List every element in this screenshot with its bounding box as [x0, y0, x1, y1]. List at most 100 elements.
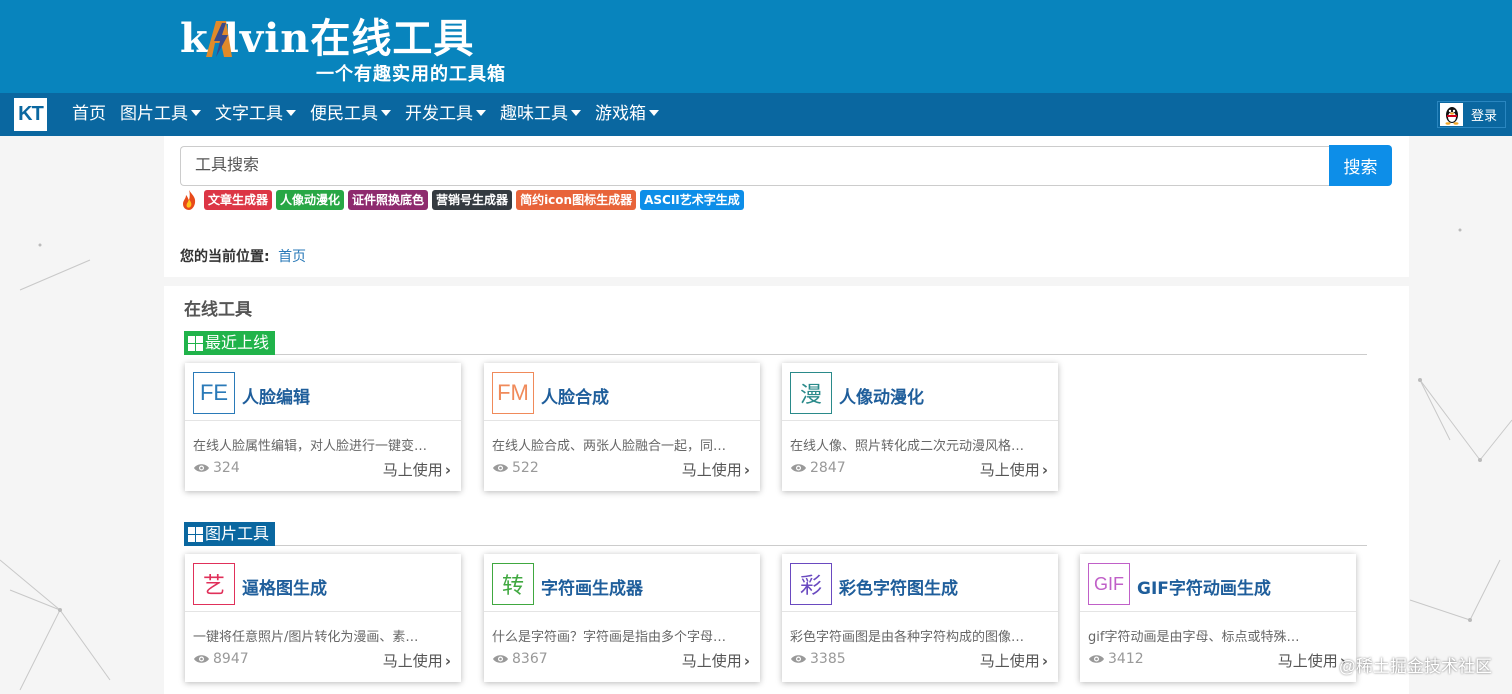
chevron-right-icon: ›	[1041, 652, 1048, 670]
fire-icon	[183, 190, 196, 210]
tool-title[interactable]: 字符画生成器	[541, 574, 643, 599]
use-now-link[interactable]: 马上使用 ›	[682, 650, 750, 671]
tool-icon-color: 彩	[790, 563, 832, 605]
tool-description: 在线人脸属性编辑，对人脸进行一键变…	[193, 439, 428, 454]
tool-card-ascii-art[interactable]: 转 字符画生成器 什么是字符画？字符画是指由多个字母… 8367 马上使用 ›	[484, 554, 760, 682]
site-logo[interactable]: k lvin在线工具	[180, 6, 474, 62]
eye-icon	[493, 464, 508, 472]
tool-views: 324	[193, 460, 240, 476]
chevron-right-icon: ›	[1041, 461, 1048, 479]
chevron-right-icon: ›	[743, 461, 750, 479]
use-now-link[interactable]: 马上使用 ›	[980, 650, 1048, 671]
section-recent: 最近上线	[184, 331, 1367, 355]
section-label-image-tools: 图片工具	[184, 522, 276, 546]
nav-logo[interactable]: KT	[14, 98, 47, 131]
nav-item-convenience-tools[interactable]: 便民工具	[310, 93, 391, 136]
use-now-link[interactable]: 马上使用 ›	[980, 459, 1048, 480]
qq-penguin-icon	[1440, 103, 1463, 126]
tool-description: 什么是字符画？字符画是指由多个字母…	[492, 630, 727, 645]
hot-tag-icon-generator[interactable]: 简约icon图标生成器	[516, 190, 637, 210]
section-label-recent: 最近上线	[184, 331, 276, 355]
watermark: @稀土掘金技术社区	[1338, 657, 1492, 676]
logo-text: k lvin在线工具	[180, 15, 475, 62]
eye-icon	[493, 655, 508, 663]
nav-item-text-tools[interactable]: 文字工具	[215, 93, 296, 136]
tool-title[interactable]: GIF字符动画生成	[1137, 574, 1271, 599]
tool-card-bige-image[interactable]: 艺 逼格图生成 一键将任意照片/图片转化为漫画、素… 8947 马上使用 ›	[185, 554, 461, 682]
tool-icon-fe: FE	[193, 372, 235, 414]
tool-description: 在线人像、照片转化成二次元动漫风格…	[790, 439, 1025, 454]
tool-card-face-edit[interactable]: FE 人脸编辑 在线人脸属性编辑，对人脸进行一键变… 324 马上使用 ›	[185, 363, 461, 491]
tool-icon-fm: FM	[492, 372, 534, 414]
hot-tag-marketing-generator[interactable]: 营销号生成器	[432, 190, 513, 210]
tool-description: 一键将任意照片/图片转化为漫画、素…	[193, 630, 419, 645]
tools-panel: 在线工具 最近上线 FE 人脸编辑 在线人脸属性编辑，对人脸进行一键变… 324…	[164, 286, 1409, 694]
nav-item-fun-tools[interactable]: 趣味工具	[500, 93, 581, 136]
chevron-right-icon: ›	[444, 652, 451, 670]
use-now-link[interactable]: 马上使用 ›	[383, 650, 451, 671]
caret-down-icon	[191, 110, 201, 116]
eye-icon	[791, 464, 806, 472]
tool-title[interactable]: 人像动漫化	[839, 383, 924, 408]
eye-icon	[791, 655, 806, 663]
tool-search-input[interactable]	[180, 146, 1330, 186]
nav-menu: 首页 图片工具 文字工具 便民工具 开发工具 趣味工具 游戏箱	[72, 93, 673, 136]
tool-views: 8947	[193, 651, 249, 667]
tool-icon-art: 艺	[193, 563, 235, 605]
chevron-right-icon: ›	[444, 461, 451, 479]
hot-tag-id-photo-bg[interactable]: 证件照换底色	[348, 190, 429, 210]
search-button[interactable]: 搜索	[1329, 145, 1392, 186]
caret-down-icon	[381, 110, 391, 116]
tool-card-face-merge[interactable]: FM 人脸合成 在线人脸合成、两张人脸融合一起，同… 522 马上使用 ›	[484, 363, 760, 491]
hot-tag-ascii-art[interactable]: ASCII艺术字生成	[640, 190, 744, 210]
grid-icon	[188, 335, 203, 351]
tool-views: 2847	[790, 460, 846, 476]
logo-bolt-icon	[206, 21, 232, 57]
tool-title[interactable]: 彩色字符图生成	[839, 574, 958, 599]
main-navbar: KT 首页 图片工具 文字工具 便民工具 开发工具 趣味工具 游戏箱 登录	[0, 93, 1512, 136]
breadcrumb: 您的当前位置: 首页	[180, 246, 306, 266]
use-now-link[interactable]: 马上使用 ›	[682, 459, 750, 480]
hot-tag-article-generator[interactable]: 文章生成器	[204, 190, 273, 210]
header-banner: k lvin在线工具 一个有趣实用的工具箱	[0, 0, 1512, 93]
grid-icon	[188, 526, 203, 542]
tool-description: gif字符动画是由字母、标点或特殊…	[1088, 630, 1300, 645]
breadcrumb-home-link[interactable]: 首页	[278, 249, 306, 265]
caret-down-icon	[649, 110, 659, 116]
tool-views: 8367	[492, 651, 548, 667]
nav-item-dev-tools[interactable]: 开发工具	[405, 93, 486, 136]
page-title: 在线工具	[184, 300, 252, 320]
tool-views: 522	[492, 460, 539, 476]
caret-down-icon	[571, 110, 581, 116]
use-now-link[interactable]: 马上使用 ›	[383, 459, 451, 480]
hot-tag-portrait-anime[interactable]: 人像动漫化	[276, 190, 345, 210]
caret-down-icon	[476, 110, 486, 116]
tool-card-color-ascii[interactable]: 彩 彩色字符图生成 彩色字符画图是由各种字符构成的图像… 3385 马上使用 ›	[782, 554, 1058, 682]
tool-card-gif-ascii[interactable]: GIF GIF字符动画生成 gif字符动画是由字母、标点或特殊… 3412 马上…	[1080, 554, 1356, 682]
nav-item-home[interactable]: 首页	[72, 93, 106, 136]
tool-title[interactable]: 逼格图生成	[242, 574, 327, 599]
tool-icon-manga: 漫	[790, 372, 832, 414]
site-slogan: 一个有趣实用的工具箱	[316, 64, 506, 85]
nav-item-game-box[interactable]: 游戏箱	[595, 93, 659, 136]
tool-description: 彩色字符画图是由各种字符构成的图像…	[790, 630, 1025, 645]
eye-icon	[194, 655, 209, 663]
hot-tags-row: 文章生成器 人像动漫化 证件照换底色 营销号生成器 简约icon图标生成器 AS…	[180, 189, 748, 211]
chevron-right-icon: ›	[743, 652, 750, 670]
use-now-link[interactable]: 马上使用 ›	[1278, 650, 1346, 671]
tool-title[interactable]: 人脸合成	[541, 383, 609, 408]
eye-icon	[1089, 655, 1104, 663]
tool-card-portrait-anime[interactable]: 漫 人像动漫化 在线人像、照片转化成二次元动漫风格… 2847 马上使用 ›	[782, 363, 1058, 491]
tool-title[interactable]: 人脸编辑	[242, 383, 310, 408]
caret-down-icon	[286, 110, 296, 116]
tool-icon-gif: GIF	[1088, 563, 1130, 605]
qq-login-button[interactable]: 登录	[1437, 101, 1506, 128]
tool-description: 在线人脸合成、两张人脸融合一起，同…	[492, 439, 727, 454]
section-image-tools: 图片工具	[184, 522, 1367, 546]
search-panel: 搜索 文章生成器 人像动漫化 证件照换底色 营销号生成器 简约icon图标生成器…	[164, 136, 1409, 277]
tool-views: 3385	[790, 651, 846, 667]
tool-views: 3412	[1088, 651, 1144, 667]
tool-icon-convert: 转	[492, 563, 534, 605]
login-label: 登录	[1471, 109, 1498, 124]
nav-item-image-tools[interactable]: 图片工具	[120, 93, 201, 136]
